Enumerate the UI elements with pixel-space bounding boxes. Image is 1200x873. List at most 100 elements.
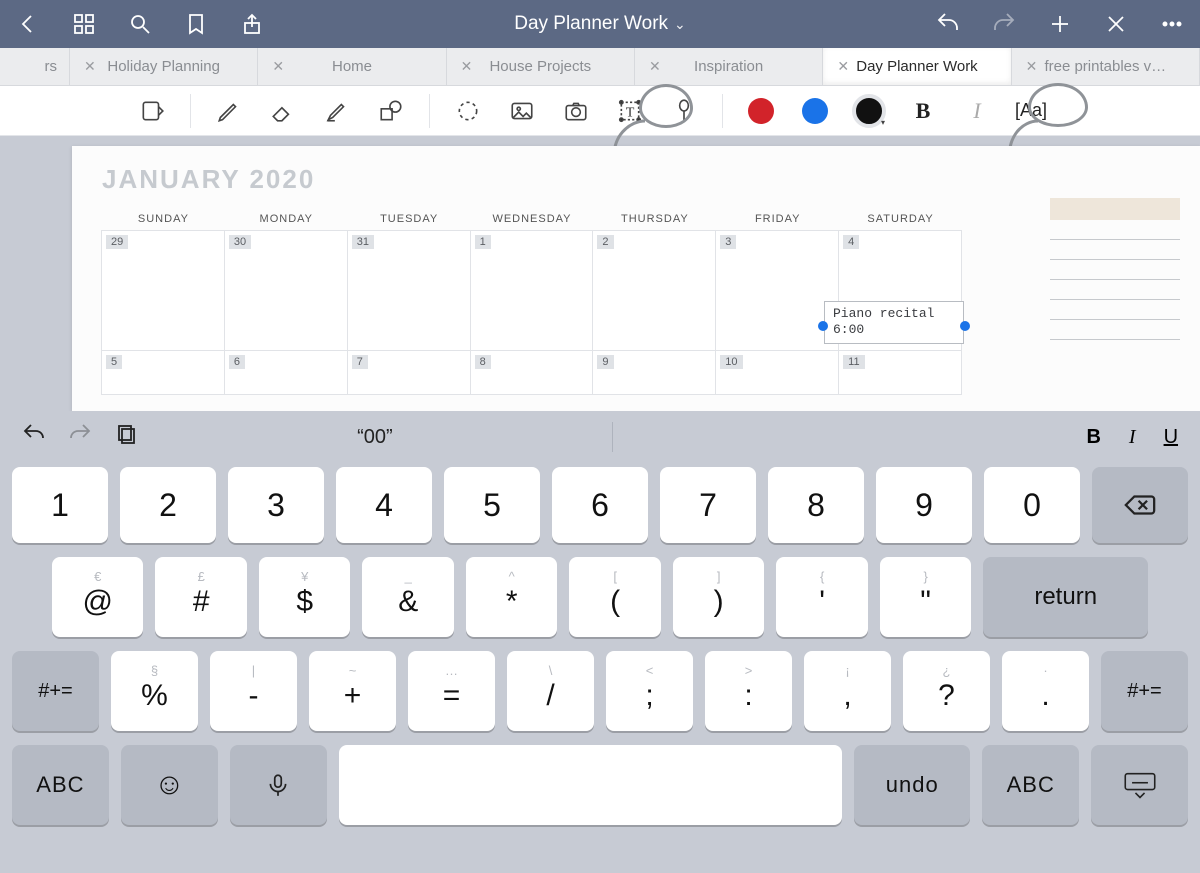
tab-holiday[interactable]: ✕Holiday Planning xyxy=(70,48,258,85)
key-semicolon[interactable]: <; xyxy=(606,651,693,731)
redo-icon[interactable] xyxy=(984,4,1024,44)
key-abc-right[interactable]: ABC xyxy=(982,745,1079,825)
tab-home[interactable]: ✕Home xyxy=(258,48,446,85)
key-apos[interactable]: {' xyxy=(776,557,867,637)
key-symbols-right[interactable]: #+= xyxy=(1101,651,1188,731)
image-tool-icon[interactable] xyxy=(498,91,546,131)
grid-icon[interactable] xyxy=(64,4,104,44)
text-style-button[interactable]: [Aa] xyxy=(1007,91,1055,131)
tab-planner-active[interactable]: ✕Day Planner Work xyxy=(823,48,1011,85)
calendar-cell[interactable]: 11 xyxy=(838,350,962,395)
close-icon[interactable] xyxy=(1096,4,1136,44)
calendar-cell[interactable]: 10 xyxy=(715,350,839,395)
key-lparen[interactable]: [( xyxy=(569,557,660,637)
kb-undo-icon[interactable] xyxy=(22,423,46,452)
key-rparen[interactable]: ]) xyxy=(673,557,764,637)
key-hash[interactable]: £# xyxy=(155,557,246,637)
undo-icon[interactable] xyxy=(928,4,968,44)
calendar-cell[interactable]: 8 xyxy=(470,350,594,395)
plus-icon[interactable] xyxy=(1040,4,1080,44)
key-8[interactable]: 8 xyxy=(768,467,864,543)
key-1[interactable]: 1 xyxy=(12,467,108,543)
calendar-cell[interactable]: 5 xyxy=(101,350,225,395)
kb-redo-icon[interactable] xyxy=(68,423,92,452)
tab-close-icon[interactable]: ✕ xyxy=(837,58,849,75)
document-title[interactable]: Day Planner Work ⌄ xyxy=(272,13,928,35)
key-slash[interactable]: \/ xyxy=(507,651,594,731)
highlighter-tool-icon[interactable] xyxy=(313,91,361,131)
key-dictation-icon[interactable] xyxy=(230,745,327,825)
key-amp[interactable]: _& xyxy=(362,557,453,637)
key-colon[interactable]: >: xyxy=(705,651,792,731)
back-icon[interactable] xyxy=(8,4,48,44)
color-swatch-blue[interactable] xyxy=(791,91,839,131)
key-abc-left[interactable]: ABC xyxy=(12,745,109,825)
key-5[interactable]: 5 xyxy=(444,467,540,543)
bold-button[interactable]: B xyxy=(899,91,947,131)
key-2[interactable]: 2 xyxy=(120,467,216,543)
tab-house[interactable]: ✕House Projects xyxy=(447,48,635,85)
key-percent[interactable]: §% xyxy=(111,651,198,731)
calendar-cell[interactable]: 29 xyxy=(101,230,225,351)
kb-underline-button[interactable]: U xyxy=(1164,426,1178,449)
key-undo[interactable]: undo xyxy=(854,745,970,825)
key-return[interactable]: return xyxy=(983,557,1148,637)
tab-partial[interactable]: rs xyxy=(0,48,70,85)
tab-inspiration[interactable]: ✕Inspiration xyxy=(635,48,823,85)
tab-printables[interactable]: ✕free printables v… xyxy=(1012,48,1200,85)
key-at[interactable]: €@ xyxy=(52,557,143,637)
calendar-cell[interactable]: 30 xyxy=(224,230,348,351)
tab-close-icon[interactable]: ✕ xyxy=(1026,58,1038,75)
calendar-cell[interactable]: 1 xyxy=(470,230,594,351)
kb-italic-button[interactable]: I xyxy=(1129,426,1136,449)
more-icon[interactable] xyxy=(1152,4,1192,44)
shapes-tool-icon[interactable] xyxy=(367,91,415,131)
key-hide-keyboard-icon[interactable] xyxy=(1091,745,1188,825)
color-swatch-black[interactable]: ▾ xyxy=(845,91,893,131)
text-tool-icon[interactable]: T xyxy=(606,91,654,131)
italic-button[interactable]: I xyxy=(953,91,1001,131)
calendar-cell[interactable]: 31 xyxy=(347,230,471,351)
key-question[interactable]: ¿? xyxy=(903,651,990,731)
lasso-tool-icon[interactable] xyxy=(444,91,492,131)
kb-clipboard-icon[interactable] xyxy=(114,423,138,452)
calendar-cell[interactable]: 7 xyxy=(347,350,471,395)
tab-close-icon[interactable]: ✕ xyxy=(461,58,473,75)
search-icon[interactable] xyxy=(120,4,160,44)
key-star[interactable]: ^* xyxy=(466,557,557,637)
camera-tool-icon[interactable] xyxy=(552,91,600,131)
tab-close-icon[interactable]: ✕ xyxy=(272,58,284,75)
calendar-cell[interactable]: 6 xyxy=(224,350,348,395)
key-6[interactable]: 6 xyxy=(552,467,648,543)
text-selection-box[interactable]: Piano recital 6:00 xyxy=(824,301,964,344)
selection-handle-left[interactable] xyxy=(818,321,828,331)
kb-bold-button[interactable]: B xyxy=(1086,426,1100,449)
key-backspace[interactable] xyxy=(1092,467,1188,543)
key-equal[interactable]: …= xyxy=(408,651,495,731)
color-swatch-red[interactable] xyxy=(737,91,785,131)
selection-handle-right[interactable] xyxy=(960,321,970,331)
document-viewport[interactable]: JANUARY 2020 SUNDAY MONDAY TUESDAY WEDNE… xyxy=(0,136,1200,411)
tab-close-icon[interactable]: ✕ xyxy=(649,58,661,75)
key-plus[interactable]: ~+ xyxy=(309,651,396,731)
key-quote[interactable]: }" xyxy=(880,557,971,637)
key-space[interactable] xyxy=(339,745,843,825)
key-dollar[interactable]: ¥$ xyxy=(259,557,350,637)
key-3[interactable]: 3 xyxy=(228,467,324,543)
key-period[interactable]: ·. xyxy=(1002,651,1089,731)
bookmark-icon[interactable] xyxy=(176,4,216,44)
calendar-cell[interactable]: 2 xyxy=(592,230,716,351)
calendar-cell[interactable]: 3 xyxy=(715,230,839,351)
key-7[interactable]: 7 xyxy=(660,467,756,543)
key-emoji-icon[interactable]: ☺ xyxy=(121,745,218,825)
key-minus[interactable]: |- xyxy=(210,651,297,731)
key-0[interactable]: 0 xyxy=(984,467,1080,543)
key-4[interactable]: 4 xyxy=(336,467,432,543)
key-comma[interactable]: ¡, xyxy=(804,651,891,731)
tab-close-icon[interactable]: ✕ xyxy=(84,58,96,75)
link-tool-icon[interactable] xyxy=(660,91,708,131)
key-9[interactable]: 9 xyxy=(876,467,972,543)
read-tool-icon[interactable] xyxy=(128,91,176,131)
eraser-tool-icon[interactable] xyxy=(259,91,307,131)
pen-tool-icon[interactable] xyxy=(205,91,253,131)
